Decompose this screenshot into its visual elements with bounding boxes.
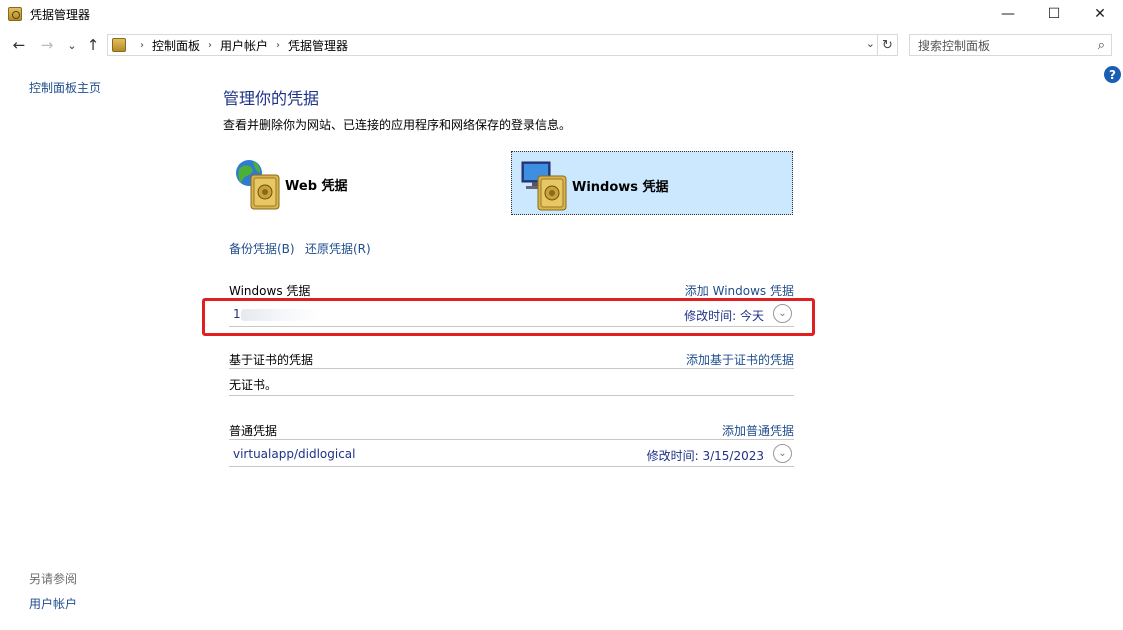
breadcrumb-credential-manager[interactable]: 凭据管理器 — [288, 37, 348, 54]
credential-name: virtualapp/didlogical — [233, 447, 356, 461]
web-credentials-label: Web 凭据 — [285, 179, 348, 194]
backup-credentials-link[interactable]: 备份凭据(B) — [229, 240, 295, 257]
search-placeholder: 搜索控制面板 — [918, 38, 991, 53]
forward-button[interactable]: → — [37, 34, 57, 56]
add-certificate-credential-link[interactable]: 添加基于证书的凭据 — [686, 351, 794, 368]
highlight-box — [202, 298, 815, 336]
web-credentials-icon — [236, 160, 280, 210]
back-button[interactable]: ← — [9, 34, 29, 56]
up-button[interactable]: ↑ — [83, 34, 103, 56]
recent-locations-button[interactable]: ⌄ — [62, 34, 82, 56]
close-button[interactable]: ✕ — [1077, 0, 1123, 28]
title-bar: 凭据管理器 — ☐ ✕ — [0, 0, 1123, 28]
section-title: 基于证书的凭据 — [229, 353, 314, 367]
minimize-button[interactable]: — — [985, 0, 1031, 28]
no-certificates-text: 无证书。 — [229, 378, 278, 392]
credential-manager-icon — [8, 7, 22, 21]
add-windows-credential-link[interactable]: 添加 Windows 凭据 — [685, 282, 794, 299]
address-bar[interactable]: › 控制面板 › 用户帐户 › 凭据管理器 ⌄ — [107, 34, 878, 56]
empty-row: 无证书。 — [229, 370, 794, 396]
breadcrumb-user-accounts[interactable]: 用户帐户 — [220, 37, 268, 54]
window-controls: — ☐ ✕ — [985, 0, 1123, 28]
window-title: 凭据管理器 — [30, 7, 91, 22]
web-credentials-tile[interactable]: Web 凭据 — [229, 151, 511, 215]
chevron-right-icon[interactable]: › — [140, 40, 144, 51]
credential-modified: 修改时间: 3/15/2023 — [646, 449, 764, 463]
section-header: Windows 凭据 添加 Windows 凭据 — [229, 280, 794, 300]
section-header: 基于证书的凭据 添加基于证书的凭据 — [229, 349, 794, 369]
credential-row[interactable]: virtualapp/didlogical 修改时间: 3/15/2023 ⌄ — [229, 441, 794, 467]
chevron-right-icon[interactable]: › — [208, 40, 212, 51]
windows-credentials-icon — [521, 161, 567, 211]
user-accounts-link[interactable]: 用户帐户 — [29, 595, 77, 612]
restore-credentials-link[interactable]: 还原凭据(R) — [305, 240, 371, 257]
section-header: 普通凭据 添加普通凭据 — [229, 420, 794, 440]
chevron-right-icon[interactable]: › — [276, 40, 280, 51]
credential-manager-small-icon — [112, 38, 126, 52]
maximize-button[interactable]: ☐ — [1031, 0, 1077, 28]
see-also-heading: 另请参阅 — [29, 572, 78, 586]
page-description: 查看并删除你为网站、已连接的应用程序和网络保存的登录信息。 — [223, 118, 572, 132]
add-generic-credential-link[interactable]: 添加普通凭据 — [722, 422, 794, 439]
help-icon[interactable]: ? — [1104, 66, 1121, 83]
refresh-button[interactable]: ↻ — [878, 34, 898, 56]
search-icon[interactable]: ⌕ — [1098, 38, 1105, 53]
search-input[interactable]: 搜索控制面板 ⌕ — [909, 34, 1112, 56]
page-title: 管理你的凭据 — [223, 89, 320, 108]
address-row: ← → ⌄ ↑ › 控制面板 › 用户帐户 › 凭据管理器 ⌄ ↻ 搜索控制面板… — [0, 32, 1123, 58]
control-panel-home-link[interactable]: 控制面板主页 — [29, 79, 101, 96]
expand-chevron-icon[interactable]: ⌄ — [773, 444, 792, 463]
section-title: 普通凭据 — [229, 424, 278, 438]
windows-credentials-tile[interactable]: Windows 凭据 — [511, 151, 793, 215]
chevron-down-icon[interactable]: ⌄ — [866, 37, 875, 50]
section-title: Windows 凭据 — [229, 284, 311, 298]
breadcrumb-control-panel[interactable]: 控制面板 — [152, 37, 200, 54]
windows-credentials-label: Windows 凭据 — [572, 180, 669, 195]
